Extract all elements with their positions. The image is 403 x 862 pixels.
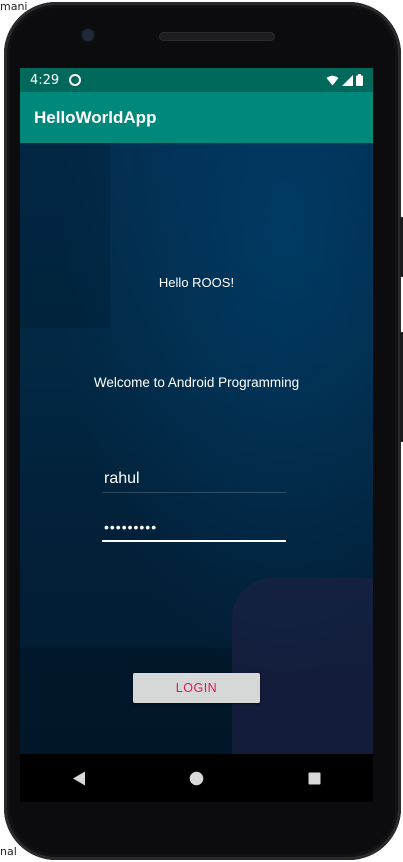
login-screen: Hello ROOS! Welcome to Android Programmi… <box>20 143 373 754</box>
username-field[interactable] <box>102 465 286 493</box>
recents-icon <box>308 772 321 784</box>
earpiece-speaker <box>159 32 275 41</box>
device-screen: 4:29 HelloWorldApp Hello ROOS! Welcome t… <box>20 68 373 754</box>
app-bar: HelloWorldApp <box>20 92 373 143</box>
back-button[interactable] <box>59 758 99 798</box>
background-window-text-top: mani <box>0 0 28 13</box>
app-title: HelloWorldApp <box>34 107 157 127</box>
password-field[interactable] <box>102 514 286 542</box>
welcome-text: Welcome to Android Programming <box>93 375 300 390</box>
home-button[interactable] <box>176 758 216 798</box>
status-icons <box>326 74 363 86</box>
front-camera <box>82 29 94 41</box>
cellular-signal-icon <box>342 74 353 86</box>
status-bar: 4:29 <box>20 68 373 92</box>
login-button[interactable]: LOGIN <box>133 673 260 703</box>
recents-button[interactable] <box>294 758 334 798</box>
app-notification-icon <box>69 74 82 86</box>
battery-icon <box>356 74 363 86</box>
wifi-icon <box>326 75 339 85</box>
back-icon <box>72 771 85 785</box>
background-panel <box>232 578 373 754</box>
background-panel <box>20 143 110 328</box>
background-window-text-bottom: nal <box>0 845 17 858</box>
status-time: 4:29 <box>30 72 60 88</box>
hello-text: Hello ROOS! <box>158 275 235 290</box>
home-icon <box>189 771 204 785</box>
navigation-bar <box>20 754 373 802</box>
